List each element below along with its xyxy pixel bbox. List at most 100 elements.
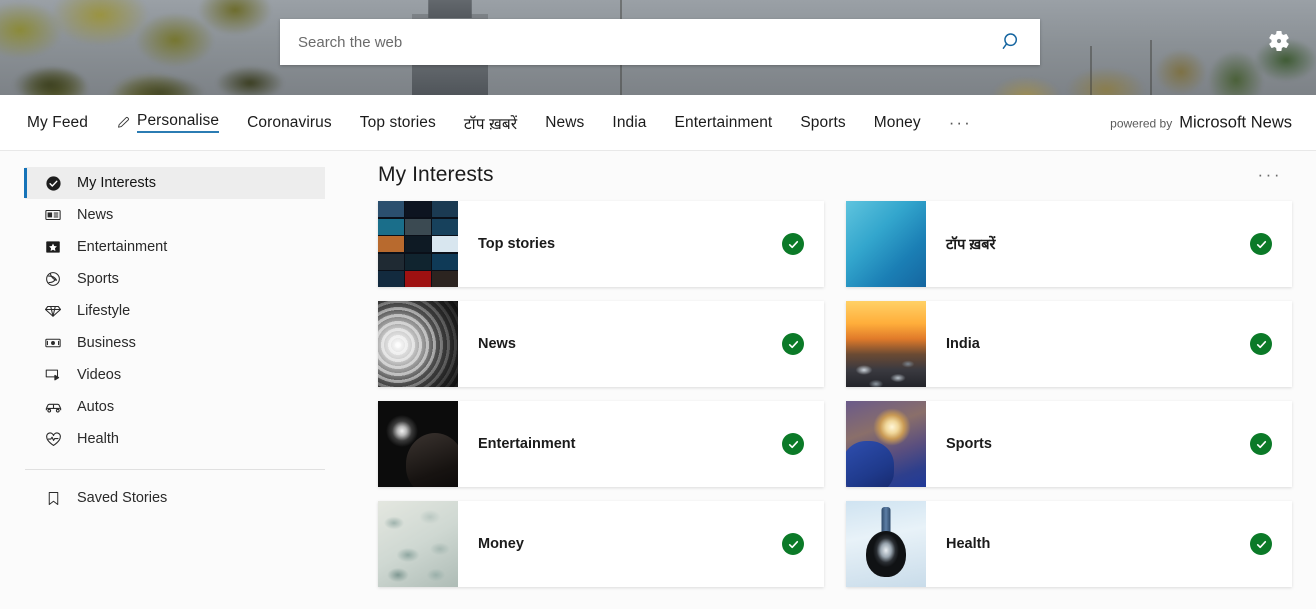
card-label: India bbox=[946, 336, 980, 352]
nav-label: Top stories bbox=[359, 113, 436, 131]
powered-by-prefix: powered by bbox=[1110, 116, 1173, 130]
interest-card-health[interactable]: Health bbox=[846, 501, 1292, 587]
nav-label: Personalise bbox=[137, 112, 220, 133]
selected-check-icon[interactable] bbox=[782, 433, 804, 455]
interest-card-grid: Top stories टॉप ख़बरें News India Entert… bbox=[378, 201, 1292, 587]
sidebar-item-sports[interactable]: Sports bbox=[25, 263, 325, 295]
heart-pulse-icon bbox=[43, 429, 63, 449]
mosaic-tile bbox=[378, 236, 404, 252]
settings-button[interactable] bbox=[1265, 27, 1293, 55]
nav-item-entertainment[interactable]: Entertainment bbox=[661, 95, 787, 150]
card-label: Money bbox=[478, 536, 524, 552]
hero-banner bbox=[0, 0, 1316, 95]
car-icon bbox=[43, 397, 63, 417]
blue-gradient-thumbnail bbox=[846, 201, 926, 287]
powered-by: powered by Microsoft News bbox=[1110, 113, 1292, 132]
ball-icon bbox=[43, 269, 63, 289]
sunset-traffic-thumbnail bbox=[846, 301, 926, 387]
mosaic-tile bbox=[405, 201, 431, 217]
mosaic-tile bbox=[378, 218, 404, 235]
page-title: My Interests bbox=[378, 163, 494, 186]
nav-items: My Feed Personalise Coronavirus Top stor… bbox=[0, 95, 986, 150]
main-navigation: My Feed Personalise Coronavirus Top stor… bbox=[0, 95, 1316, 151]
selected-check-icon[interactable] bbox=[782, 233, 804, 255]
interest-card-sports[interactable]: Sports bbox=[846, 401, 1292, 487]
main-content: My Interests ··· Top stories टॉप ख़बरें bbox=[350, 151, 1316, 609]
interest-card-top-stories[interactable]: Top stories bbox=[378, 201, 824, 287]
interest-card-money[interactable]: Money bbox=[378, 501, 824, 587]
sidebar-item-business[interactable]: Business bbox=[25, 327, 325, 359]
search-icon bbox=[1001, 31, 1023, 53]
bookmark-icon bbox=[43, 488, 63, 508]
mosaic-tile bbox=[378, 201, 404, 217]
selected-check-icon[interactable] bbox=[782, 333, 804, 355]
nav-item-india[interactable]: India bbox=[598, 95, 660, 150]
mosaic-tile bbox=[405, 218, 431, 235]
sidebar: My Interests News Entertainment Sports L… bbox=[0, 151, 350, 609]
search-input[interactable] bbox=[280, 33, 984, 51]
coins-thumbnail bbox=[378, 501, 458, 587]
sidebar-item-videos[interactable]: Videos bbox=[25, 359, 325, 391]
sidebar-item-autos[interactable]: Autos bbox=[25, 391, 325, 423]
nav-label: Coronavirus bbox=[247, 113, 332, 131]
sidebar-item-my-interests[interactable]: My Interests bbox=[24, 167, 325, 199]
nav-item-money[interactable]: Money bbox=[860, 95, 935, 150]
nav-label: टॉप ख़बरें bbox=[463, 115, 518, 133]
selected-check-icon[interactable] bbox=[1250, 433, 1272, 455]
sidebar-item-label: Health bbox=[77, 431, 119, 447]
selected-check-icon[interactable] bbox=[1250, 333, 1272, 355]
nav-label: Money bbox=[873, 113, 921, 131]
search-bar[interactable] bbox=[280, 19, 1040, 65]
sidebar-item-lifestyle[interactable]: Lifestyle bbox=[25, 295, 325, 327]
left-tree-shadow bbox=[0, 55, 300, 95]
stethoscope-thumbnail bbox=[846, 501, 926, 587]
selected-check-icon[interactable] bbox=[1250, 233, 1272, 255]
sidebar-item-label: Business bbox=[77, 335, 136, 351]
sidebar-item-saved-stories[interactable]: Saved Stories bbox=[25, 482, 325, 514]
main-overflow-button[interactable]: ··· bbox=[1254, 163, 1286, 187]
selected-check-icon[interactable] bbox=[1250, 533, 1272, 555]
nav-label: My Feed bbox=[27, 113, 88, 131]
newspaper-roll-thumbnail bbox=[378, 301, 458, 387]
nav-item-sports[interactable]: Sports bbox=[786, 95, 859, 150]
interest-card-news[interactable]: News bbox=[378, 301, 824, 387]
nav-label: News bbox=[545, 113, 585, 131]
powered-by-brand: Microsoft News bbox=[1179, 113, 1292, 131]
card-label: News bbox=[478, 336, 516, 352]
mosaic-tile bbox=[405, 236, 431, 252]
nav-label: India bbox=[612, 113, 647, 131]
diamond-icon bbox=[43, 301, 63, 321]
nav-label: Sports bbox=[800, 113, 846, 131]
interest-card-entertainment[interactable]: Entertainment bbox=[378, 401, 824, 487]
search-button[interactable] bbox=[984, 19, 1040, 65]
newspaper-icon bbox=[43, 205, 63, 225]
sidebar-item-label: Videos bbox=[77, 367, 122, 383]
sidebar-divider bbox=[25, 469, 325, 470]
sidebar-item-label: Saved Stories bbox=[77, 490, 168, 506]
mosaic-tile bbox=[405, 253, 431, 270]
card-label: टॉप ख़बरें bbox=[946, 237, 996, 253]
interest-card-india[interactable]: India bbox=[846, 301, 1292, 387]
sidebar-item-health[interactable]: Health bbox=[25, 423, 325, 455]
celebration-thumbnail bbox=[846, 401, 926, 487]
nav-overflow-button[interactable]: ··· bbox=[935, 95, 986, 150]
nav-item-top-stories[interactable]: Top stories bbox=[346, 95, 450, 150]
nav-item-my-feed[interactable]: My Feed bbox=[27, 95, 102, 150]
gear-icon bbox=[1267, 29, 1291, 53]
mosaic-tile bbox=[432, 253, 458, 270]
interest-card-top-khabren[interactable]: टॉप ख़बरें bbox=[846, 201, 1292, 287]
star-box-icon bbox=[43, 237, 63, 257]
mosaic-tile bbox=[432, 271, 458, 287]
selected-check-icon[interactable] bbox=[782, 533, 804, 555]
check-circle-icon bbox=[43, 173, 63, 193]
video-icon bbox=[43, 365, 63, 385]
nav-item-coronavirus[interactable]: Coronavirus bbox=[233, 95, 346, 150]
nav-item-news[interactable]: News bbox=[531, 95, 598, 150]
nav-item-top-khabren[interactable]: टॉप ख़बरें bbox=[450, 95, 531, 150]
mosaic-tile bbox=[432, 201, 458, 217]
sidebar-item-entertainment[interactable]: Entertainment bbox=[25, 231, 325, 263]
sidebar-item-news[interactable]: News bbox=[25, 199, 325, 231]
nav-item-personalise[interactable]: Personalise bbox=[102, 95, 233, 150]
card-label: Top stories bbox=[478, 236, 556, 252]
sidebar-item-label: Sports bbox=[77, 271, 119, 287]
